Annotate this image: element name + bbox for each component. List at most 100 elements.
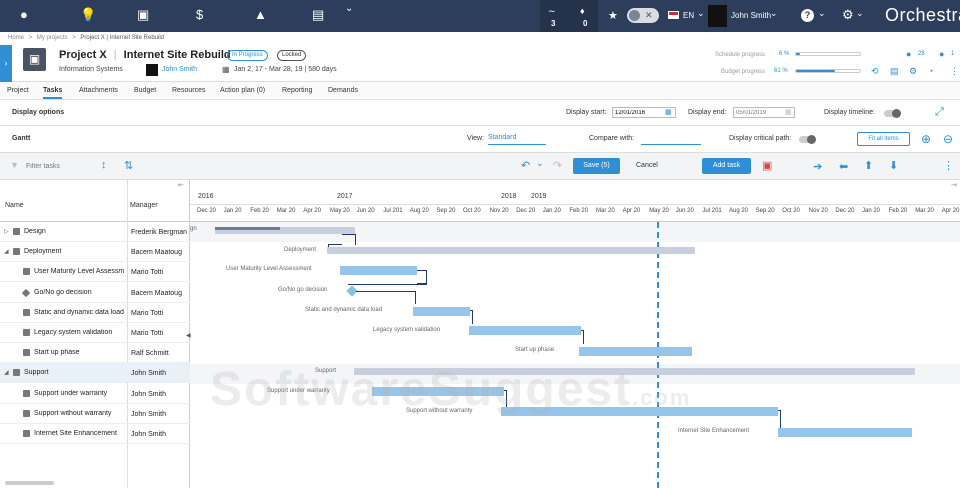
task-name[interactable]: Deployment (24, 248, 125, 255)
gear-icon[interactable]: ⚙ (842, 8, 854, 22)
issues-icon[interactable]: ● (906, 49, 911, 59)
language-selector[interactable]: EN (683, 11, 694, 20)
horizontal-scrollbar[interactable] (5, 481, 54, 485)
calendar-icon[interactable]: ▦ (785, 108, 792, 116)
indent-right-icon[interactable]: ➔ (813, 160, 822, 173)
critical-path-toggle[interactable] (799, 135, 816, 144)
table-row[interactable]: ◢ Deployment Bacem Maatoug (0, 242, 190, 263)
task-bar-site-enhancement[interactable] (778, 428, 912, 437)
task-bar-static-data[interactable] (413, 307, 470, 316)
pie-chart-icon[interactable]: ◔ (928, 66, 933, 76)
task-name[interactable]: Go/No go decision (34, 289, 125, 296)
name-column-header[interactable]: Name (5, 202, 24, 209)
filter-tasks-input[interactable] (26, 160, 86, 173)
task-name[interactable]: Support without warranty (34, 410, 125, 417)
lock-badge[interactable]: Locked (277, 50, 307, 61)
task-name[interactable]: Support (24, 369, 125, 376)
more-icon[interactable]: ⋮ (943, 159, 954, 172)
rss-icon[interactable]: ∼ (548, 4, 556, 18)
breadcrumb-home[interactable]: Home (8, 35, 24, 41)
settings-icon[interactable]: ⚙ (909, 66, 917, 77)
table-row[interactable]: User Maturity Level Assessm... Mario Tott… (0, 262, 190, 283)
task-bar-start-up[interactable] (579, 347, 692, 356)
project-manager[interactable]: John Smith (162, 66, 197, 73)
redo-icon[interactable]: ↷ (553, 159, 562, 172)
task-name[interactable]: Legacy system validation (34, 329, 125, 336)
summary-bar-deployment[interactable] (327, 247, 695, 254)
undo-icon[interactable]: ↶ (521, 159, 530, 172)
export-icon[interactable]: ▤ (890, 66, 899, 77)
tab-action-plan[interactable]: Action plan (0) (220, 87, 265, 94)
save-button[interactable]: Save (5) (573, 158, 620, 174)
table-row[interactable]: Support without warranty John Smith (0, 404, 190, 424)
expand-rows-icon[interactable]: ↕ (101, 159, 107, 171)
chevron-down-icon[interactable]: ⌄ (536, 158, 544, 169)
star-icon[interactable]: ★ (608, 9, 618, 23)
zoom-in-icon[interactable]: ⊕ (921, 132, 931, 146)
briefcase-icon[interactable]: ▣ (137, 8, 149, 22)
table-row[interactable]: Internet Site Enhancement John Smith (0, 424, 190, 444)
view-select[interactable]: Standard (488, 134, 546, 145)
expand-icon[interactable]: ▷ (4, 228, 9, 235)
cancel-button[interactable]: Cancel (636, 162, 658, 169)
help-icon[interactable]: ? (801, 9, 814, 22)
task-name[interactable]: Start up phase (34, 349, 125, 356)
dollar-icon[interactable]: $ (196, 8, 203, 22)
user-icon[interactable]: ● (20, 8, 28, 22)
tab-budget[interactable]: Budget (134, 87, 156, 94)
table-row[interactable]: Support under warranty John Smith (0, 384, 190, 404)
fit-all-button[interactable]: Fit all items (857, 132, 910, 146)
task-name[interactable]: Design (24, 228, 125, 235)
display-options-title: Display options (12, 109, 65, 116)
more-icon[interactable]: ⋮ (950, 66, 959, 77)
chart-icon[interactable]: ▤ (312, 8, 324, 22)
move-down-icon[interactable]: ⬇ (889, 159, 898, 172)
lightbulb-icon[interactable]: 💡 (80, 8, 96, 22)
chevron-down-icon[interactable]: ⌄ (345, 2, 353, 16)
collapse-icon[interactable]: ◢ (4, 369, 9, 376)
bell-icon[interactable]: ♦ (580, 4, 585, 18)
collapse-grid-icon[interactable]: ⇤ (178, 181, 184, 189)
share-icon[interactable]: ⟲ (871, 66, 879, 77)
timeline-header: 2016 2017 2018 2019 Dec 20 Jan 20 Feb 20 Mar 20… (190, 180, 960, 222)
breadcrumb-projects[interactable]: My projects (37, 35, 68, 41)
outdent-left-icon[interactable]: ⬅ (839, 160, 848, 173)
user-menu[interactable]: John Smith (731, 11, 771, 20)
tab-resources[interactable]: Resources (172, 87, 205, 94)
task-name[interactable]: Support under warranty (34, 390, 125, 397)
task-bar-legacy[interactable] (469, 326, 581, 335)
task-name[interactable]: User Maturity Level Assessm... (34, 268, 125, 275)
avatar[interactable] (708, 5, 727, 27)
sidebar-toggle[interactable]: › (0, 45, 12, 82)
delete-icon[interactable]: ▣ (762, 159, 772, 172)
tab-demands[interactable]: Demands (328, 87, 358, 94)
tab-attachments[interactable]: Attachments (79, 87, 118, 94)
tab-project[interactable]: Project (7, 87, 29, 94)
tab-reporting[interactable]: Reporting (282, 87, 312, 94)
expand-icon[interactable]: ⤢ (935, 106, 944, 119)
mode-toggle[interactable]: ✕ (627, 8, 659, 23)
status-badge[interactable]: In Progress (227, 50, 268, 61)
collapse-icon[interactable]: ◢ (4, 248, 9, 255)
table-row[interactable]: Static and dynamic data load Mario Totti (0, 303, 190, 323)
table-row[interactable]: ◢ Support John Smith (0, 363, 190, 384)
collapse-rows-icon[interactable]: ⇅ (124, 159, 133, 172)
move-up-icon[interactable]: ⬆ (864, 159, 873, 172)
tab-tasks[interactable]: Tasks (43, 87, 63, 99)
table-row[interactable]: Start up phase Ralf Schmitt (0, 343, 190, 364)
zoom-out-icon[interactable]: ⊖ (943, 132, 953, 146)
add-task-button[interactable]: Add task (702, 158, 751, 174)
manager-column-header[interactable]: Manager (130, 202, 158, 209)
table-row[interactable]: Legacy system validation Mario Totti (0, 323, 190, 343)
task-name[interactable]: Internet Site Enhancement (34, 430, 125, 437)
task-bar-user-maturity[interactable] (340, 266, 417, 275)
table-row[interactable]: Go/No go decision Bacem Maatoug (0, 283, 190, 303)
timeline-toggle[interactable] (884, 109, 901, 118)
calendar-icon[interactable]: ▦ (665, 108, 672, 116)
collapse-chart-icon[interactable]: ⇥ (951, 181, 957, 189)
table-row[interactable]: ▷ Design Frederik Bergman (0, 222, 190, 242)
compare-select[interactable] (641, 134, 701, 145)
comments-icon[interactable]: ● (939, 49, 944, 59)
task-name[interactable]: Static and dynamic data load (34, 309, 125, 316)
org-chart-icon[interactable]: ▲ (254, 8, 267, 22)
